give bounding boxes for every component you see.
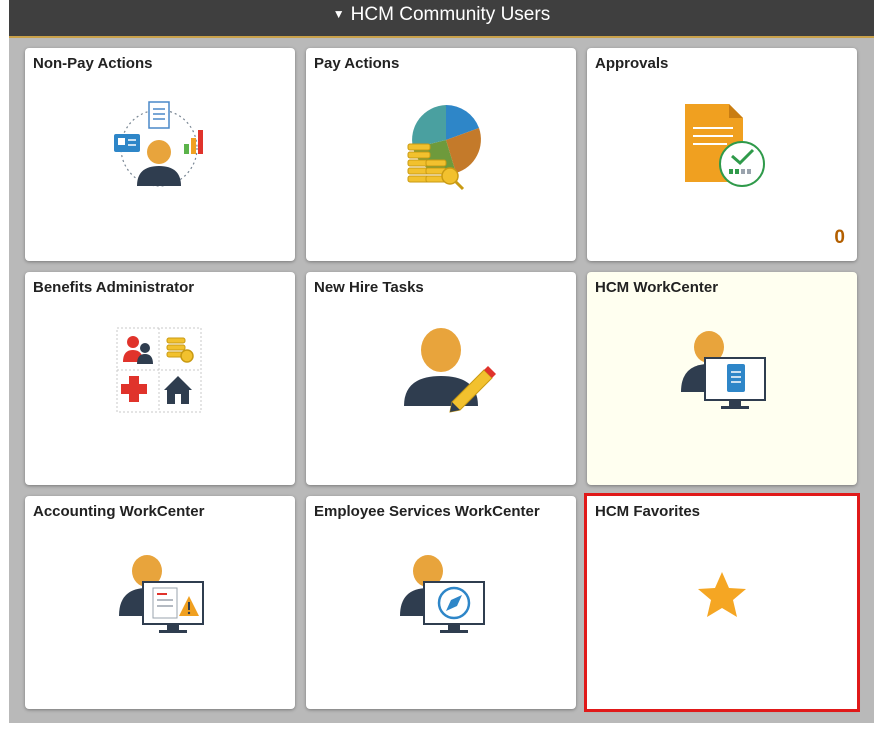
homepage-title[interactable]: HCM Community Users (351, 4, 551, 26)
tile-new-hire-tasks[interactable]: New Hire Tasks (306, 272, 576, 485)
homepage-frame: ▼ HCM Community Users Non-Pay Actions Pa… (9, 0, 874, 723)
tile-hcm-workcenter[interactable]: HCM WorkCenter (587, 272, 857, 485)
pie-chart-coins-icon (407, 104, 481, 191)
caret-down-icon[interactable]: ▼ (333, 7, 345, 21)
tile-approvals[interactable]: Approvals 0 (587, 48, 857, 261)
person-pencil-icon (404, 328, 496, 413)
tile-pay-actions[interactable]: Pay Actions (306, 48, 576, 261)
homepage-selector[interactable]: ▼ HCM Community Users (9, 0, 874, 30)
document-checkmark-icon (685, 104, 765, 187)
approvals-count-badge: 0 (834, 227, 845, 248)
star-icon (698, 572, 746, 617)
benefits-grid-icon (116, 327, 202, 413)
tile-employee-services-workcenter[interactable]: Employee Services WorkCenter (306, 496, 576, 709)
person-monitor-document-icon (681, 331, 766, 409)
person-monitor-warning-icon (119, 555, 204, 633)
tile-benefits-administrator[interactable]: Benefits Administrator (25, 272, 295, 485)
tile-hcm-favorites[interactable]: HCM Favorites (584, 493, 860, 712)
person-documents-chart-icon (114, 101, 203, 187)
homepage-header: ▼ HCM Community Users (9, 0, 874, 38)
tile-non-pay-actions[interactable]: Non-Pay Actions (25, 48, 295, 261)
tile-accounting-workcenter[interactable]: Accounting WorkCenter (25, 496, 295, 709)
person-monitor-compass-icon (400, 555, 485, 633)
